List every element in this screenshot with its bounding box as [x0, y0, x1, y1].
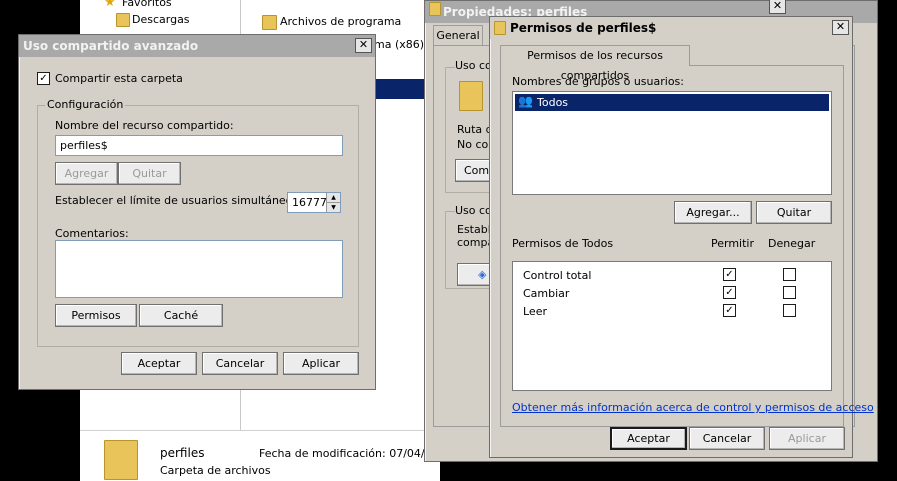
- perm-read-deny-checkbox[interactable]: [783, 304, 796, 317]
- groups-list[interactable]: 👥 Todos: [512, 91, 832, 195]
- share-folder-icon: [459, 81, 483, 111]
- remove-button[interactable]: Quitar: [118, 162, 181, 185]
- permissions-tab[interactable]: Permisos de los recursos compartidos: [500, 45, 690, 82]
- advanced-cancel-button[interactable]: Cancelar: [202, 352, 278, 375]
- user-limit-spinner[interactable]: 16777 ▲ ▼: [287, 192, 341, 213]
- perm-for-label: Permisos de Todos: [512, 237, 614, 250]
- properties-title-folder-icon: [429, 2, 441, 16]
- shield-icon: ◈: [478, 268, 487, 281]
- advanced-apply-label: Aplicar: [302, 357, 340, 370]
- details-item-modified: Fecha de modificación: 07/04/201: [259, 447, 446, 460]
- groups-list-item-label: Todos: [537, 96, 569, 109]
- perm-change-deny-checkbox[interactable]: [783, 286, 796, 299]
- advanced-ok-label: Aceptar: [137, 357, 181, 370]
- permissions-apply-label: Aplicar: [788, 432, 826, 445]
- permissions-cancel-label: Cancelar: [702, 432, 752, 445]
- perm-full-allow-checkbox[interactable]: ✓: [723, 268, 736, 281]
- advanced-share-group-label: Uso co: [455, 204, 492, 217]
- permissions-ok-button[interactable]: Aceptar: [610, 427, 687, 450]
- program-files-item[interactable]: Archivos de programa: [280, 15, 401, 28]
- cache-button[interactable]: Caché: [139, 304, 223, 327]
- perm-row-label-change: Cambiar: [523, 287, 570, 300]
- user-limit-label: Establecer el límite de usuarios simultá…: [55, 194, 320, 207]
- advanced-cancel-label: Cancelar: [215, 357, 265, 370]
- advanced-close-button[interactable]: ✕: [355, 38, 372, 53]
- config-group-label: Configuración: [45, 98, 126, 111]
- permissions-title: Permisos de perfiles$: [510, 21, 657, 35]
- advanced-title: Uso compartido avanzado: [23, 39, 199, 53]
- downloads-item[interactable]: Descargas: [132, 13, 190, 26]
- share-name-field[interactable]: perfiles$: [55, 135, 343, 156]
- remove-button-label: Quitar: [132, 167, 167, 180]
- share-name-label: Nombre del recurso compartido:: [55, 119, 234, 132]
- perm-row-label-read: Leer: [523, 305, 547, 318]
- allow-header: Permitir: [711, 237, 755, 250]
- share-folder-checkbox[interactable]: ✓: [37, 72, 50, 85]
- advanced-apply-button[interactable]: Aplicar: [283, 352, 359, 375]
- groups-remove-button[interactable]: Quitar: [756, 201, 832, 224]
- permissions-button-label: Permisos: [71, 309, 121, 322]
- advanced-titlebar: Uso compartido avanzado: [19, 35, 375, 57]
- perm-row-label-full: Control total: [523, 269, 592, 282]
- details-item-name: perfiles: [160, 446, 205, 460]
- groups-remove-label: Quitar: [776, 206, 812, 219]
- not-shared-label: No co: [457, 138, 489, 151]
- permissions-ok-label: Aceptar: [627, 432, 670, 445]
- comments-field[interactable]: [55, 240, 343, 298]
- permissions-cancel-button[interactable]: Cancelar: [689, 427, 765, 450]
- permissions-button[interactable]: Permisos: [55, 304, 137, 327]
- share-folder-checkbox-label[interactable]: Compartir esta carpeta: [55, 72, 183, 85]
- user-limit-value: 16777: [292, 196, 327, 209]
- tab-general[interactable]: General: [433, 25, 483, 46]
- permissions-dialog: Permisos de perfiles$ ✕ Permisos de los …: [489, 16, 874, 458]
- share-name-value: perfiles$: [60, 139, 108, 152]
- advanced-sharing-dialog: Uso compartido avanzado ✕ ✓ Compartir es…: [18, 34, 376, 390]
- program-files-folder-icon: [262, 15, 277, 30]
- permissions-apply-button[interactable]: Aplicar: [769, 427, 845, 450]
- tab-general-label: General: [436, 29, 480, 42]
- comments-label: Comentarios:: [55, 227, 129, 240]
- spinner-up-icon[interactable]: ▲: [326, 193, 340, 202]
- perm-full-deny-checkbox[interactable]: [783, 268, 796, 281]
- favorites-star-icon: ★: [104, 0, 116, 10]
- permissions-titlebar: Permisos de perfiles$: [490, 17, 852, 39]
- details-item-type: Carpeta de archivos: [160, 464, 271, 477]
- add-button[interactable]: Agregar: [55, 162, 118, 185]
- deny-header: Denegar: [768, 237, 816, 250]
- favorites-label[interactable]: Favoritos: [122, 0, 172, 9]
- access-control-help-link[interactable]: Obtener más información acerca de contro…: [512, 401, 874, 414]
- spinner-down-icon[interactable]: ▼: [326, 202, 340, 212]
- perm-read-allow-checkbox[interactable]: ✓: [723, 304, 736, 317]
- share-path-label: Ruta d: [457, 123, 493, 136]
- properties-close-button[interactable]: ✕: [769, 0, 786, 14]
- permissions-title-folder-icon: [494, 21, 506, 35]
- add-button-label: Agregar: [64, 167, 109, 180]
- groups-add-button[interactable]: Agregar...: [674, 201, 752, 224]
- share-group-label: Uso co: [455, 59, 492, 72]
- perfiles-folder-icon: [104, 440, 138, 480]
- users-group-icon: 👥: [518, 94, 533, 108]
- advanced-ok-button[interactable]: Aceptar: [121, 352, 197, 375]
- permissions-table: Control total ✓ Cambiar ✓ Leer ✓: [512, 261, 832, 391]
- perm-change-allow-checkbox[interactable]: ✓: [723, 286, 736, 299]
- permissions-close-button[interactable]: ✕: [832, 20, 849, 35]
- program-files-x86-item[interactable]: ma (x86): [374, 38, 424, 51]
- groups-list-item-todos[interactable]: 👥 Todos: [515, 94, 829, 111]
- groups-add-label: Agregar...: [686, 206, 740, 219]
- downloads-folder-icon: [116, 13, 130, 27]
- cache-button-label: Caché: [163, 309, 199, 322]
